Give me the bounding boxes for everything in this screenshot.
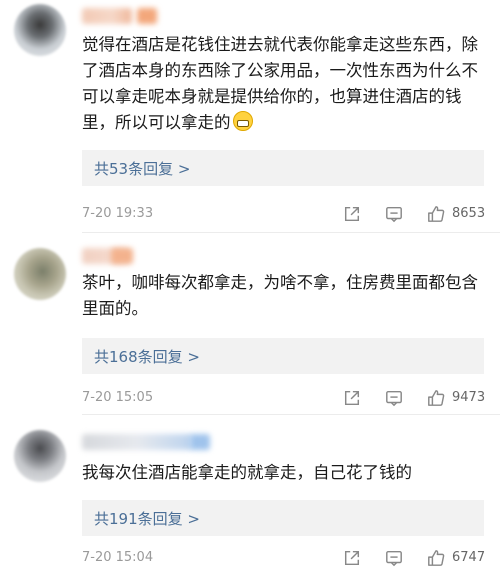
timestamp: 7-20 15:05 bbox=[82, 390, 154, 405]
share-icon[interactable] bbox=[342, 204, 362, 224]
view-replies-link[interactable]: 共191条回复 > bbox=[94, 508, 200, 529]
comment-item: 茶叶，咖啡每次都拿走，为啥不拿，住房费里面都包含里面的。 共168条回复 > 7… bbox=[0, 232, 500, 412]
like-count: 8653 bbox=[452, 206, 486, 221]
timestamp: 7-20 19:33 bbox=[82, 206, 154, 221]
grin-emoji-icon bbox=[232, 111, 253, 131]
comment-meta: 7-20 19:33 8653 bbox=[82, 204, 500, 224]
like-icon[interactable] bbox=[426, 388, 446, 408]
share-icon[interactable] bbox=[342, 548, 362, 568]
avatar[interactable] bbox=[14, 4, 66, 56]
avatar[interactable] bbox=[14, 248, 66, 300]
view-replies-link[interactable]: 共53条回复 > bbox=[94, 158, 190, 179]
comment-meta: 7-20 15:05 9473 bbox=[82, 388, 500, 408]
comment-icon[interactable] bbox=[384, 548, 404, 568]
user-badge-blurred bbox=[190, 434, 210, 450]
like-icon[interactable] bbox=[426, 204, 446, 224]
user-badge-blurred bbox=[111, 248, 133, 264]
reply-box[interactable]: 共191条回复 > bbox=[82, 500, 484, 536]
comment-text: 我每次住酒店能拿走的就拿走，自己花了钱的 bbox=[82, 463, 412, 482]
comment-text: 茶叶，咖啡每次都拿走，为啥不拿，住房费里面都包含里面的。 bbox=[82, 273, 478, 318]
like-count: 9473 bbox=[452, 390, 486, 405]
username-blurred[interactable] bbox=[82, 434, 192, 450]
comment-meta: 7-20 15:04 6747 bbox=[82, 548, 500, 568]
share-icon[interactable] bbox=[342, 388, 362, 408]
reply-box[interactable]: 共168条回复 > bbox=[82, 338, 484, 374]
comment-icon[interactable] bbox=[384, 388, 404, 408]
view-replies-link[interactable]: 共168条回复 > bbox=[94, 346, 200, 367]
timestamp: 7-20 15:04 bbox=[82, 550, 154, 565]
comment-item: 我每次住酒店能拿走的就拿走，自己花了钱的 共191条回复 > 7-20 15:0… bbox=[0, 414, 500, 568]
like-count: 6747 bbox=[452, 550, 486, 565]
user-badge-blurred bbox=[137, 8, 157, 24]
comment-text: 觉得在酒店是花钱住进去就代表你能拿走这些东西，除了酒店本身的东西除了公家用品，一… bbox=[82, 35, 478, 132]
username-blurred[interactable] bbox=[82, 8, 132, 24]
comment-icon[interactable] bbox=[384, 204, 404, 224]
reply-box[interactable]: 共53条回复 > bbox=[82, 150, 484, 186]
like-icon[interactable] bbox=[426, 548, 446, 568]
avatar[interactable] bbox=[14, 430, 66, 482]
comment-item: 觉得在酒店是花钱住进去就代表你能拿走这些东西，除了酒店本身的东西除了公家用品，一… bbox=[0, 0, 500, 230]
